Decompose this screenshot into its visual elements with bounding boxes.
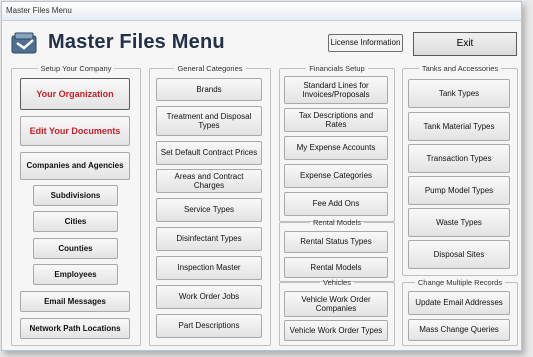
rental-models-button[interactable]: Rental Models [284, 257, 388, 278]
vehicle-work-order-companies-button[interactable]: Vehicle Work Order Companies [284, 291, 388, 317]
employees-button[interactable]: Employees [33, 264, 118, 285]
transaction-types-button[interactable]: Transaction Types [408, 144, 510, 173]
work-order-jobs-button[interactable]: Work Order Jobs [156, 285, 262, 309]
expense-categories-button[interactable]: Expense Categories [284, 164, 388, 188]
vehicles-legend: Vehicles [323, 278, 351, 287]
areas-contract-charges-button[interactable]: Areas and Contract Charges [156, 169, 262, 193]
tanks-accessories-legend: Tanks and Accessories [421, 64, 499, 73]
disinfectant-types-button[interactable]: Disinfectant Types [156, 227, 262, 251]
setup-company-legend: Setup Your Company [40, 64, 112, 73]
cities-button[interactable]: Cities [33, 211, 118, 232]
page-title: Master Files Menu [48, 31, 225, 53]
update-email-addresses-button[interactable]: Update Email Addresses [408, 291, 510, 315]
email-messages-button[interactable]: Email Messages [20, 291, 130, 312]
subdivisions-button[interactable]: Subdivisions [33, 185, 118, 206]
financials-setup-legend: Financials Setup [309, 64, 365, 73]
vehicle-work-order-types-button[interactable]: Vehicle Work Order Types [284, 320, 388, 341]
network-path-locations-button[interactable]: Network Path Locations [20, 318, 130, 339]
inspection-master-button[interactable]: Inspection Master [156, 256, 262, 280]
pump-model-types-button[interactable]: Pump Model Types [408, 176, 510, 205]
rental-models-legend: Rental Models [313, 218, 361, 227]
disposal-sites-button[interactable]: Disposal Sites [408, 240, 510, 269]
rental-status-types-button[interactable]: Rental Status Types [284, 231, 388, 253]
tax-descriptions-rates-button[interactable]: Tax Descriptions and Rates [284, 108, 388, 132]
exit-button[interactable]: Exit [413, 32, 517, 56]
master-files-window: Master Files Menu Master Files Menu Lice… [1, 1, 522, 351]
tank-types-button[interactable]: Tank Types [408, 79, 510, 108]
header-bar: Master Files Menu License Information Ex… [2, 21, 521, 61]
master-files-app-icon [11, 32, 37, 54]
counties-button[interactable]: Counties [33, 238, 118, 259]
standard-lines-button[interactable]: Standard Lines for Invoices/Proposals [284, 76, 388, 104]
mass-change-queries-button[interactable]: Mass Change Queries [408, 319, 510, 341]
service-types-button[interactable]: Service Types [156, 198, 262, 222]
window-titlebar: Master Files Menu [2, 2, 521, 21]
brands-button[interactable]: Brands [156, 78, 262, 101]
edit-documents-button[interactable]: Edit Your Documents [20, 116, 130, 146]
expense-accounts-button[interactable]: My Expense Accounts [284, 136, 388, 160]
fee-add-ons-button[interactable]: Fee Add Ons [284, 192, 388, 216]
part-descriptions-button[interactable]: Part Descriptions [156, 314, 262, 338]
general-categories-legend: General Categories [177, 64, 243, 73]
default-contract-prices-button[interactable]: Set Default Contract Prices [156, 141, 262, 165]
treatment-disposal-types-button[interactable]: Treatment and Disposal Types [156, 106, 262, 136]
tank-material-types-button[interactable]: Tank Material Types [408, 112, 510, 141]
change-multiple-records-legend: Change Multiple Records [417, 278, 503, 287]
companies-agencies-button[interactable]: Companies and Agencies [20, 152, 130, 180]
your-organization-button[interactable]: Your Organization [20, 78, 130, 110]
waste-types-button[interactable]: Waste Types [408, 208, 510, 237]
license-information-button[interactable]: License Information [328, 34, 403, 52]
